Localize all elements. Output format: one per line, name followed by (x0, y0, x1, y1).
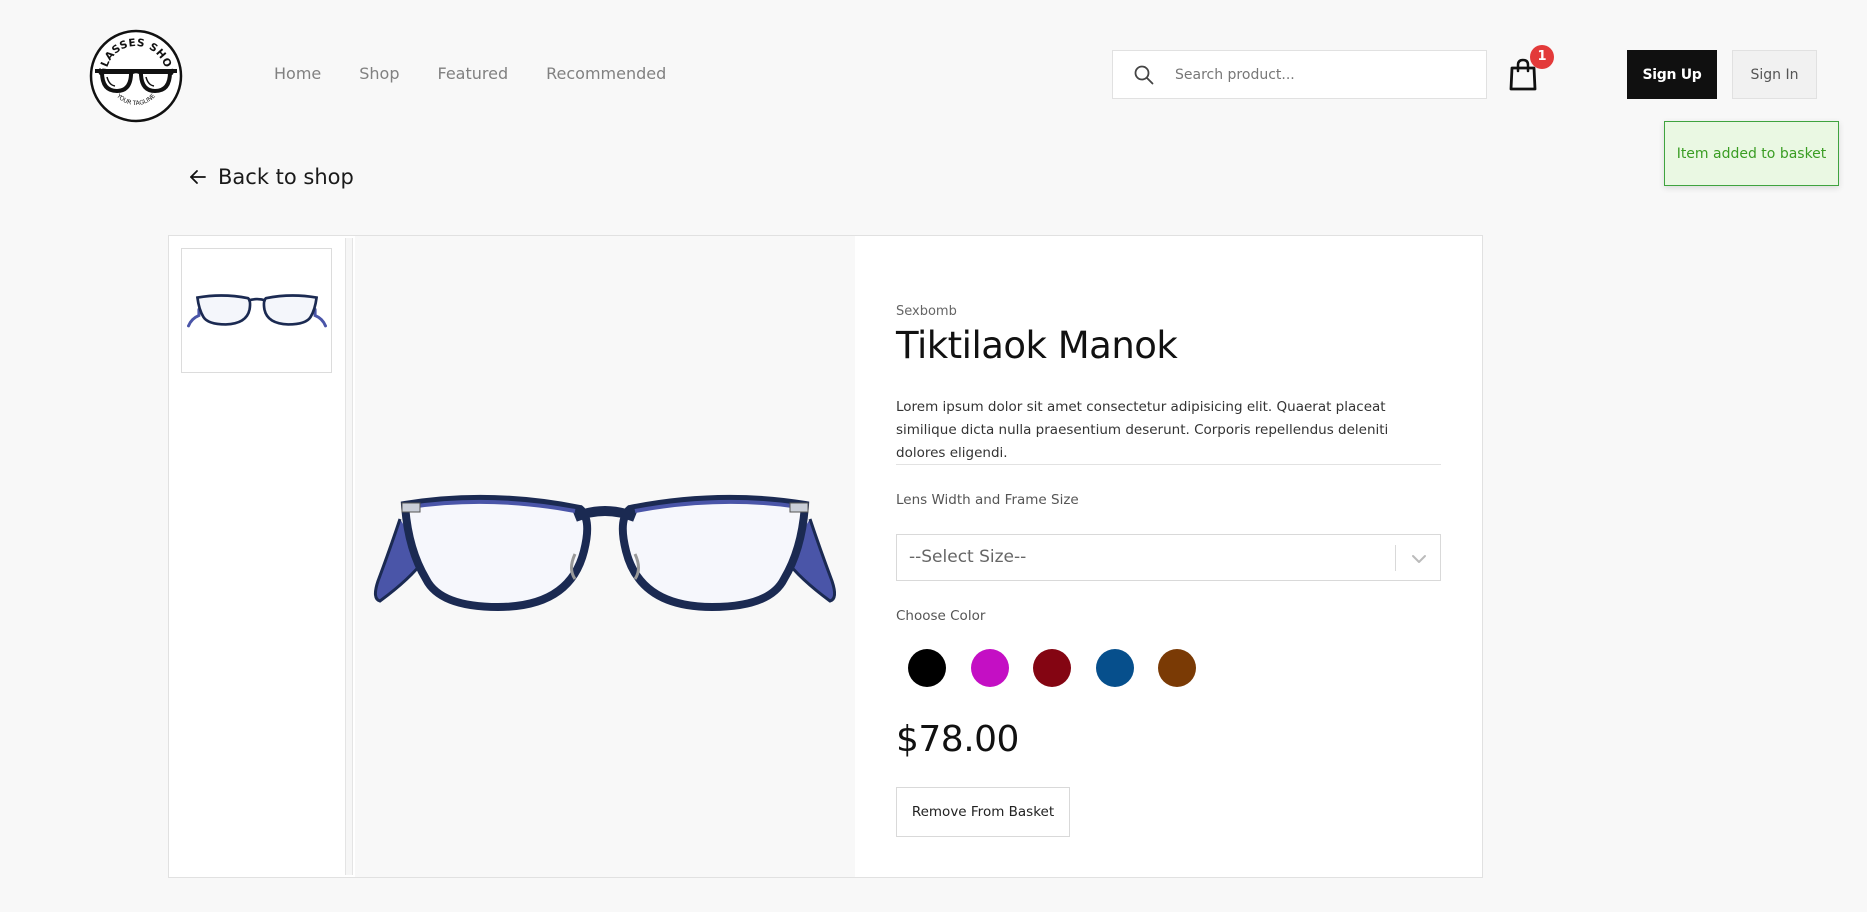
product-price: $78.00 (896, 719, 1019, 760)
remove-from-basket-button[interactable]: Remove From Basket (896, 787, 1070, 837)
back-to-shop-link[interactable]: Back to shop (188, 165, 354, 189)
sign-up-button[interactable]: Sign Up (1627, 50, 1717, 99)
color-swatch-blue[interactable] (1095, 649, 1134, 687)
product-details: Sexbomb Tiktilaok Manok Lorem ipsum dolo… (896, 236, 1441, 877)
search-icon (1134, 65, 1154, 84)
product-title: Tiktilaok Manok (896, 324, 1178, 367)
sign-in-button[interactable]: Sign In (1732, 50, 1817, 99)
basket-count-badge: 1 (1530, 45, 1554, 69)
product-thumbnail[interactable] (181, 248, 332, 373)
nav-recommended[interactable]: Recommended (546, 63, 666, 85)
nav-home[interactable]: Home (274, 63, 321, 85)
arrow-left-icon (190, 170, 206, 184)
toast-message: Item added to basket (1676, 145, 1827, 162)
glasses-thumbnail-image (186, 293, 327, 327)
color-swatch-maroon[interactable] (1033, 649, 1071, 687)
toast-notification: Item added to basket (1664, 121, 1839, 186)
color-swatches (908, 649, 1221, 687)
back-label: Back to shop (218, 165, 354, 189)
color-swatch-magenta[interactable] (970, 649, 1009, 687)
thumbnail-scrollbar[interactable] (345, 238, 353, 875)
chevron-down-icon (1412, 555, 1426, 563)
product-description: Lorem ipsum dolor sit amet consectetur a… (896, 399, 1389, 461)
size-label: Lens Width and Frame Size (896, 492, 1079, 508)
header: GLASSES SHOP YOUR TAGLINE Home Shop Feat… (0, 0, 1867, 150)
color-label: Choose Color (896, 608, 986, 624)
main-nav: Home Shop Featured Recommended (274, 63, 704, 85)
divider (896, 464, 1441, 465)
glasses-image (373, 494, 837, 612)
product-brand: Sexbomb (896, 304, 957, 319)
size-select[interactable]: --Select Size-- (896, 534, 1441, 581)
select-separator (1395, 545, 1396, 571)
color-swatch-brown[interactable] (1158, 649, 1196, 687)
size-select-value: --Select Size-- (909, 547, 1027, 567)
search-bar[interactable] (1112, 50, 1487, 99)
product-card: Sexbomb Tiktilaok Manok Lorem ipsum dolo… (168, 235, 1483, 878)
color-swatch-black[interactable] (908, 649, 946, 687)
nav-featured[interactable]: Featured (438, 63, 509, 85)
nav-shop[interactable]: Shop (359, 63, 399, 85)
shop-logo[interactable]: GLASSES SHOP YOUR TAGLINE (89, 29, 183, 123)
thumbnail-list (169, 236, 344, 877)
search-input[interactable] (1175, 66, 1475, 83)
product-main-image (355, 236, 855, 877)
